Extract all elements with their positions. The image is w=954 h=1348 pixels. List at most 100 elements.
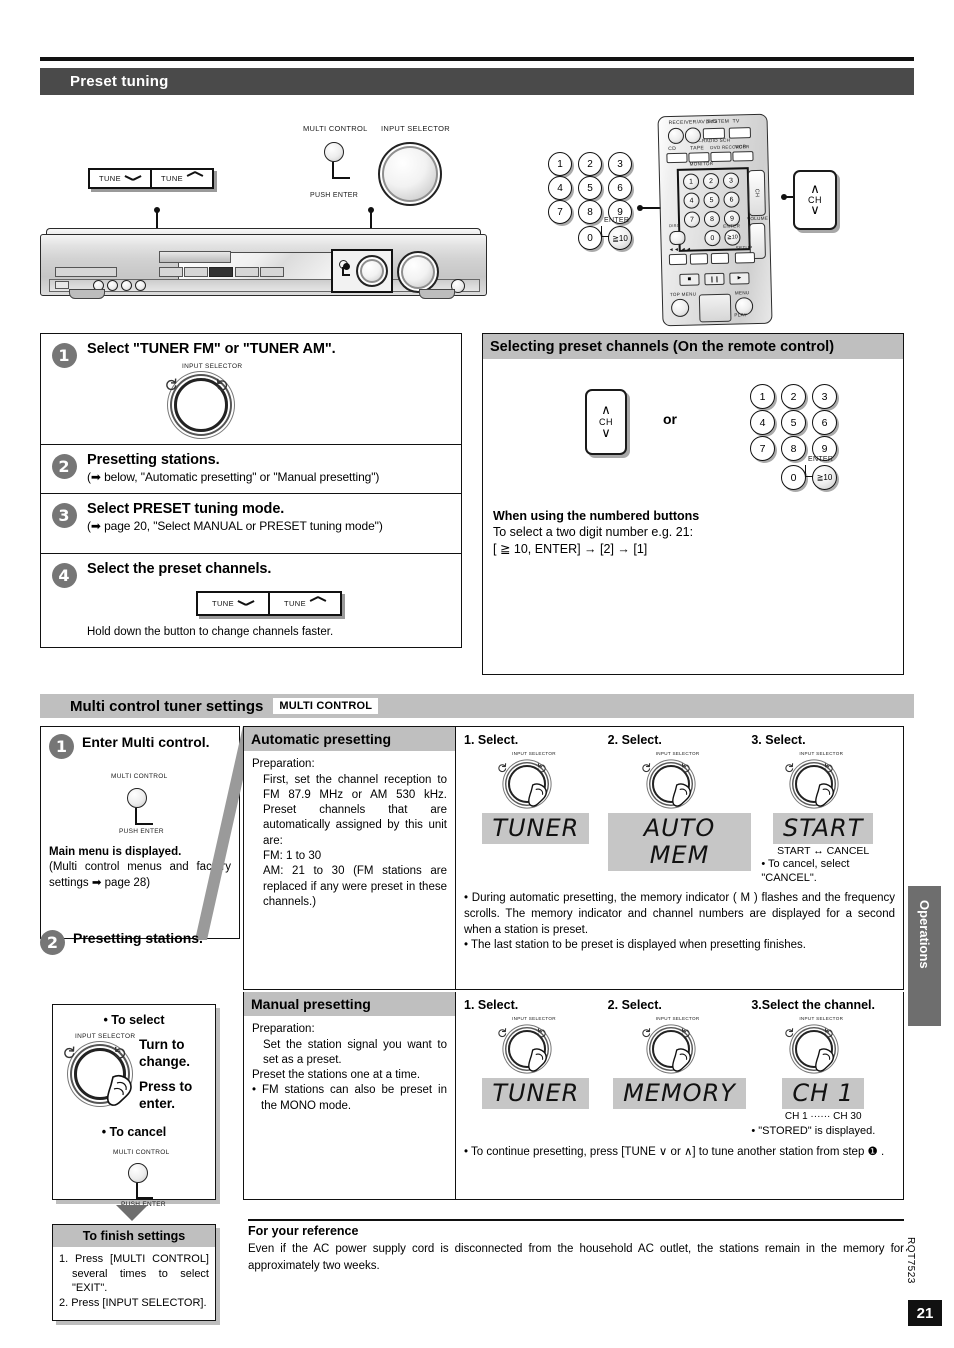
unit-button-a	[159, 267, 183, 277]
step-row-3: 3 Select PRESET tuning mode. (➡ page 20,…	[41, 494, 461, 554]
manual-column-3: 3.Select the channel. INPUT SELECTOR ⟳ ⟲…	[751, 998, 895, 1137]
input-selector-label: INPUT SELECTOR	[512, 1016, 556, 1021]
unit-power-button	[55, 267, 117, 277]
keypad-key-4: 4	[750, 410, 775, 435]
unit-button-b	[184, 267, 208, 277]
column-heading: 3.Select the channel.	[751, 998, 876, 1012]
remote-power-button-1	[667, 127, 685, 145]
remote-cursor-pad	[698, 293, 732, 323]
panel-header: Selecting preset channels (On the remote…	[483, 334, 903, 359]
unit-foot-left	[69, 289, 105, 299]
input-selector-label: INPUT SELECTOR	[655, 751, 700, 756]
input-selector-label: INPUT SELECTOR	[799, 1016, 844, 1021]
reference-header: For your reference	[248, 1224, 359, 1238]
section-header: Preset tuning	[40, 68, 914, 95]
remote-enter-label: ENTER	[723, 223, 741, 229]
preparation-line-1: Set the station signal you want to set a…	[263, 1038, 447, 1066]
tune-button-pair: TUNE TUNE	[88, 168, 215, 189]
step-number-badge: 3	[51, 503, 77, 528]
step-title: Select "TUNER FM" or "TUNER AM".	[87, 341, 336, 357]
multi-control-elbow	[332, 177, 350, 179]
unit-jack-2	[107, 280, 118, 291]
remote-setup-button	[734, 252, 756, 264]
finish-settings-box: To finish settings 1. Press [MULTI CONTR…	[52, 1224, 216, 1321]
keypad-key-8: 8	[578, 200, 602, 224]
remote-tape-label: TAPE	[690, 145, 705, 152]
manual-presetting-panel: Manual presetting Preparation: Set the s…	[243, 992, 904, 1200]
remote-fn-button	[710, 252, 730, 265]
automatic-presetting-right: 1. Select. INPUT SELECTOR ⟳ ⟲ TUNER 2. S…	[456, 727, 903, 989]
side-tab-label: Operations	[917, 900, 932, 969]
keypad-key-1: 1	[548, 152, 572, 176]
finish-step-2: 2. Press [INPUT SELECTOR].	[59, 1296, 207, 1309]
or-label: or	[663, 411, 677, 427]
push-enter-label: PUSH ENTER	[310, 192, 359, 199]
multi-control-badge: MULTI CONTROL	[273, 698, 379, 714]
remote-pause-button: ❙❙	[704, 272, 725, 286]
display-readout: START	[772, 813, 874, 844]
ch-rocker-callout: ∧ CH ∨	[793, 170, 837, 230]
chevron-up-icon: ∧	[601, 403, 611, 418]
reference-body: Even if the AC power supply cord is disc…	[248, 1243, 904, 1273]
step-title: Select PRESET tuning mode.	[87, 501, 285, 517]
tune-down-button: TUNE	[90, 170, 150, 187]
remote-vcr-button	[732, 151, 754, 162]
remote-stop-button: ■	[679, 273, 700, 286]
unit-mc-elbow	[342, 274, 350, 276]
keypad-enter-label: ENTER	[604, 217, 630, 224]
multi-control-title: Multi control tuner settings	[70, 697, 264, 715]
multi-control-section-header: Multi control tuner settings MULTI CONTR…	[40, 694, 914, 718]
multi-control-label: MULTI CONTROL	[113, 1149, 170, 1156]
keypad-key-4: 4	[548, 176, 572, 200]
keypad-enter-label: ENTER	[808, 456, 834, 463]
automatic-presetting-panel: Automatic presetting Preparation: First,…	[243, 726, 904, 990]
tune-up-label: TUNE	[284, 599, 307, 608]
to-select-label: • To select	[103, 1013, 165, 1027]
unit-tune-down-button	[235, 267, 259, 277]
step-row-2: 2 Presetting stations. (➡ below, "Automa…	[41, 445, 461, 494]
manual-presetting-right: 1. Select. INPUT SELECTOR ⟳ ⟲ TUNER 2. S…	[456, 992, 903, 1199]
remote-receiver-label: RECEIVER/AV SYSTEM	[668, 118, 730, 127]
input-selector-dial-illustration: ⟳ ⟲	[161, 371, 232, 433]
numbered-buttons-note-line2: [ ≧ 10, ENTER] → [2] → [1]	[493, 542, 648, 556]
preparation-line-1: First, set the channel reception to FM 8…	[263, 773, 447, 847]
remote-tv-button	[728, 127, 752, 139]
chevron-up-icon	[310, 600, 326, 608]
keypad-key-3: 3	[812, 384, 837, 409]
panel-header: Manual presetting	[244, 992, 455, 1016]
multi-control-knob	[128, 1163, 148, 1183]
input-selector-label: INPUT SELECTOR	[381, 124, 450, 133]
remote-topmenu-button	[670, 298, 690, 318]
selecting-preset-channels-panel: Selecting preset channels (On the remote…	[482, 333, 904, 675]
manual-preparation: Preparation: Set the station signal you …	[244, 1016, 455, 1120]
down-arrow-icon	[116, 1205, 148, 1221]
remote-radio-sch-label: —RADIO SCH	[697, 137, 731, 144]
multi-control-knob	[324, 142, 344, 162]
finish-settings-body: 1. Press [MULTI CONTROL] several times t…	[53, 1247, 215, 1315]
hand-pointer-icon	[528, 783, 547, 807]
column-heading: 2. Select.	[607, 733, 662, 747]
input-selector-label: INPUT SELECTOR	[182, 363, 243, 370]
tune-down-label: TUNE	[99, 174, 122, 183]
remote-disc-button	[669, 230, 686, 246]
unit-tune-up-button	[260, 267, 284, 277]
unit-foot-right	[419, 289, 455, 299]
automatic-column-2: 2. Select. INPUT SELECTOR ⟳ ⟲ AUTO MEM	[607, 733, 752, 885]
chevron-down-icon: ∨	[810, 203, 820, 218]
steps-table: 1 Select "TUNER FM" or "TUNER AM". INPUT…	[40, 333, 462, 648]
manual-select-columns: 1. Select. INPUT SELECTOR ⟳ ⟲ TUNER 2. S…	[464, 998, 895, 1137]
keypad-key-2: 2	[781, 384, 806, 409]
step-number-cell: 3	[41, 494, 87, 553]
top-divider-rule	[40, 57, 914, 61]
page-number: 21	[908, 1300, 942, 1326]
display-readout: AUTO MEM	[607, 813, 752, 871]
to-cancel-label: • To cancel	[101, 1125, 167, 1139]
automatic-select-columns: 1. Select. INPUT SELECTOR ⟳ ⟲ TUNER 2. S…	[464, 733, 895, 885]
preparation-line-2: Preset the stations one at a time.	[252, 1069, 421, 1082]
column-heading: 1. Select.	[464, 998, 519, 1012]
multi-control-stem	[136, 1183, 138, 1198]
step-note: Hold down the button to change channels …	[87, 626, 334, 638]
unit-input-selector-dial	[356, 255, 388, 287]
ch-rocker-button: ∧ CH ∨	[585, 389, 627, 455]
keypad-key-6: 6	[812, 410, 837, 435]
